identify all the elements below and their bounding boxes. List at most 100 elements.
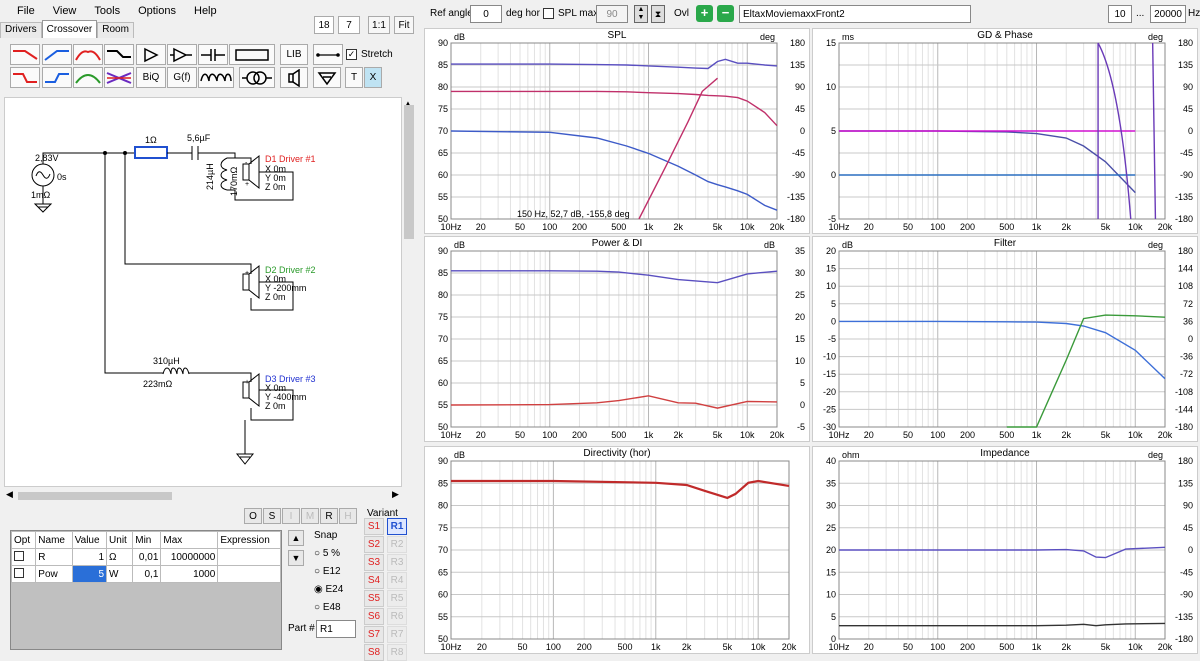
biquad-button[interactable]: BiQ	[136, 67, 166, 88]
driver-d1-label[interactable]: D1 Driver #1	[265, 154, 316, 164]
ref-angle-field[interactable]: 0	[470, 5, 502, 23]
variant-s4-button[interactable]: S4	[364, 572, 384, 589]
stretch-checkbox[interactable]: ✓	[346, 49, 357, 60]
variant-s3-button[interactable]: S3	[364, 554, 384, 571]
variant-s6-button[interactable]: S6	[364, 608, 384, 625]
param-expression[interactable]	[217, 565, 281, 583]
variant-r7-button[interactable]: R7	[387, 626, 407, 643]
overlay-file-field[interactable]: EltaxMoviemaxxFront2	[739, 5, 971, 23]
table-row[interactable]: R 1 Ω 0,01 10000000	[10, 548, 281, 566]
zoom-field-a[interactable]: 18	[314, 16, 334, 34]
param-min[interactable]: 0,1	[132, 565, 162, 583]
scroll-left-icon[interactable]: ◀	[6, 489, 13, 500]
schematic-vertical-scrollbar[interactable]: ▲	[402, 97, 416, 487]
variant-s2-button[interactable]: S2	[364, 536, 384, 553]
allpass-button[interactable]	[104, 67, 134, 88]
param-expression[interactable]	[217, 548, 281, 566]
snap-5pct-radio[interactable]: ○ 5 %	[314, 545, 343, 563]
schematic-horizontal-scrollbar[interactable]: ◀ ▶	[4, 489, 404, 503]
bandpass-button[interactable]	[73, 44, 103, 65]
add-overlay-icon[interactable]: +	[696, 5, 713, 22]
ground-button[interactable]	[313, 67, 341, 88]
variant-r4-button[interactable]: R4	[387, 572, 407, 589]
resistor-button[interactable]	[229, 44, 275, 65]
param-max[interactable]: 10000000	[160, 548, 219, 566]
menu-view[interactable]: View	[44, 0, 86, 22]
peak-button[interactable]	[73, 67, 103, 88]
snap-e48-radio[interactable]: ○ E48	[314, 599, 343, 617]
snap-e24-radio[interactable]: ◉ E24	[314, 581, 343, 599]
spl-max-field[interactable]: 90	[596, 5, 628, 23]
power-di-chart[interactable]: Power & DI 90 35 85 30 80 25 75 20 70 15 65 10 60 5 55 0…	[424, 236, 810, 442]
menu-file[interactable]: File	[8, 0, 44, 22]
move-down-icon[interactable]: ▼	[288, 550, 304, 566]
zoom-field-b[interactable]: 7	[338, 16, 360, 34]
option-r-button[interactable]: R	[320, 508, 338, 524]
option-m-button[interactable]: M	[301, 508, 319, 524]
variant-r5-button[interactable]: R5	[387, 590, 407, 607]
gf-button[interactable]: G(f)	[167, 67, 197, 88]
driver-button[interactable]	[280, 67, 308, 88]
spl-spin-icon[interactable]: ▲ ▼	[634, 5, 648, 23]
capacitor-button[interactable]	[198, 44, 228, 65]
variant-s1-button[interactable]: S1	[364, 518, 384, 535]
text-button[interactable]: T	[345, 67, 363, 88]
variant-s8-button[interactable]: S8	[364, 644, 384, 661]
filter-chart[interactable]: Filter 20 180 15 144 10 108 5 72 0 36 -5 0 -10 -36 -15-…	[812, 236, 1198, 442]
lowpass-1-button[interactable]	[10, 44, 40, 65]
scroll-right-icon[interactable]: ▶	[392, 489, 399, 500]
highpass-1-button[interactable]	[42, 44, 72, 65]
opt-checkbox[interactable]	[14, 567, 24, 578]
param-max[interactable]: 1000	[160, 565, 219, 583]
gd-phase-chart[interactable]: GD & Phase 15 180 135 10 90 45 5 0 -45 0 -90 -135 -5-…	[812, 28, 1198, 234]
zoom-fit-button[interactable]: Fit	[394, 16, 414, 34]
spl-chart[interactable]: SPL 90 180 85 135 80 90 75 45 70 0 65 -45 60 -90 55 -135…	[424, 28, 810, 234]
snap-e12-radio[interactable]: ○ E12	[314, 563, 343, 581]
menu-options[interactable]: Options	[129, 0, 185, 22]
option-s-button[interactable]: S	[263, 508, 281, 524]
variant-r2-button[interactable]: R2	[387, 536, 407, 553]
move-up-icon[interactable]: ▲	[288, 530, 304, 546]
buffer-button[interactable]	[136, 44, 166, 65]
variant-r6-button[interactable]: R6	[387, 608, 407, 625]
opt-checkbox[interactable]	[14, 550, 24, 561]
part-number-field[interactable]: R1	[316, 620, 356, 638]
tab-drivers[interactable]: Drivers	[0, 22, 42, 38]
horizontal-scroll-thumb[interactable]	[18, 492, 172, 500]
library-button[interactable]: LIB	[280, 44, 308, 65]
freq-max-field[interactable]: 20000	[1150, 5, 1186, 23]
variant-s7-button[interactable]: S7	[364, 626, 384, 643]
notch-shelf-button[interactable]	[104, 44, 134, 65]
variant-r3-button[interactable]: R3	[387, 554, 407, 571]
highpass-2-button[interactable]	[42, 67, 72, 88]
hourglass-icon[interactable]: ⧗	[651, 5, 665, 23]
spl-max-checkbox[interactable]	[543, 8, 554, 19]
schematic-canvas[interactable]: 2,83V 0s 1mΩ 1Ω 5,6µF 214µH 170mΩ D1 Dri…	[4, 97, 402, 487]
table-row[interactable]: Pow 5 W 0,1 1000	[10, 565, 281, 583]
variant-r8-button[interactable]: R8	[387, 644, 407, 661]
wire-button[interactable]	[313, 44, 343, 65]
option-h-button[interactable]: H	[339, 508, 357, 524]
vertical-scroll-thumb[interactable]	[404, 105, 414, 239]
opamp-button[interactable]	[167, 44, 197, 65]
inductor-button[interactable]	[198, 67, 234, 88]
tab-crossover[interactable]: Crossover	[41, 20, 98, 38]
transformer-button[interactable]	[239, 67, 275, 88]
variant-r1-button[interactable]: R1	[387, 518, 407, 535]
variant-s5-button[interactable]: S5	[364, 590, 384, 607]
tab-room[interactable]: Room	[97, 22, 134, 38]
menu-tools[interactable]: Tools	[85, 0, 129, 22]
directivity-chart[interactable]: Directivity (hor) 90 85 80 75 70 65 60 55 50 10Hz 2…	[424, 446, 810, 654]
param-min[interactable]: 0,01	[132, 548, 162, 566]
param-value[interactable]: 1	[71, 548, 108, 566]
lowpass-2-button[interactable]	[10, 67, 40, 88]
remove-overlay-icon[interactable]: −	[717, 5, 734, 22]
freq-min-field[interactable]: 10	[1108, 5, 1132, 23]
delete-button[interactable]: X	[364, 67, 382, 88]
param-value[interactable]: 5	[71, 565, 108, 583]
menu-help[interactable]: Help	[185, 0, 226, 22]
option-i-button[interactable]: I	[282, 508, 300, 524]
option-o-button[interactable]: O	[244, 508, 262, 524]
zoom-1to1-button[interactable]: 1:1	[368, 16, 390, 34]
impedance-chart[interactable]: Impedance 40 180 35 135 30 90 25 45 20 0 15 -45 10 -90…	[812, 446, 1198, 654]
